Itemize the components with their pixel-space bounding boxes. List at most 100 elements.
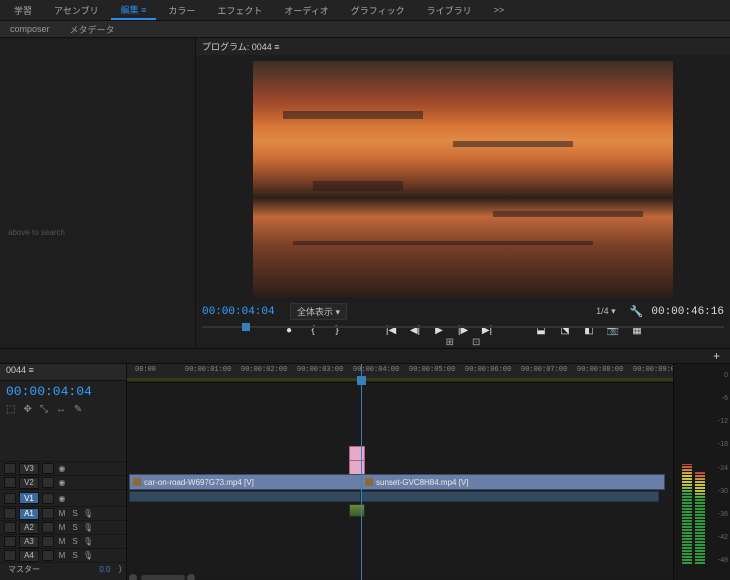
link-icon[interactable]: ✥ — [23, 404, 31, 415]
mic-icon[interactable]: 🎙 — [83, 509, 93, 518]
add-panel-button[interactable]: + — [713, 349, 720, 363]
v1-label[interactable]: V1 — [19, 492, 39, 504]
clip-thumb-icon — [133, 478, 141, 486]
secondary-tab-bar: composer メタデータ — [0, 21, 730, 38]
a2-label[interactable]: A2 — [19, 522, 39, 534]
v2-src-patch[interactable] — [4, 477, 16, 488]
meter-bar-left — [682, 464, 692, 564]
settings-icon[interactable]: 🔧 — [630, 305, 644, 318]
fit-dropdown[interactable]: 全体表示 ▾ — [290, 303, 347, 320]
v1-src-patch[interactable] — [4, 493, 16, 504]
a2-src-patch[interactable] — [4, 522, 16, 533]
program-monitor[interactable] — [253, 61, 673, 297]
clip-a1-left[interactable] — [129, 491, 361, 502]
program-scrubber[interactable] — [202, 320, 724, 323]
v2-label[interactable]: V2 — [19, 477, 39, 489]
meter-scale: 0 -6 -12 -18 -24 -30 -36 -42 -48 — [716, 372, 728, 564]
ws-tab-assembly[interactable]: アセンブリ — [44, 2, 109, 19]
ruler-tick: 00:00 — [135, 366, 156, 374]
ruler-tick: 00:00:04:00 — [353, 366, 399, 374]
zoom-dropdown[interactable]: 1/4 ▾ — [590, 305, 622, 318]
solo-icon[interactable]: S — [70, 537, 80, 546]
sb-tab-metadata[interactable]: メタデータ — [60, 22, 125, 37]
a4-label[interactable]: A4 — [19, 550, 39, 562]
v1-lock[interactable] — [42, 493, 54, 504]
scale-tick: -30 — [716, 488, 728, 495]
eye-icon[interactable]: ◉ — [57, 478, 67, 487]
a3-label[interactable]: A3 — [19, 536, 39, 548]
a1-src-patch[interactable] — [4, 508, 16, 519]
ws-tab-graphics[interactable]: グラフィック — [341, 2, 415, 19]
scroll-thumb[interactable] — [141, 575, 185, 580]
marker-icon[interactable]: ⤡ — [40, 404, 48, 415]
a4-lock[interactable] — [42, 550, 54, 561]
clip-v2-pink-2[interactable] — [349, 460, 365, 475]
mic-icon[interactable]: 🎙 — [83, 523, 93, 532]
a3-src-patch[interactable] — [4, 536, 16, 547]
clip-v1-sunset[interactable]: sunset-GVC8H84.mp4 [V] — [361, 474, 665, 490]
timeline-track-header: 0044 ≡ 00:00:04:04 ⬚ ✥ ⤡ ↔ ✎ V3 ◉ V2 ◉ — [0, 364, 127, 580]
playhead[interactable] — [361, 364, 362, 580]
mute-icon[interactable]: M — [57, 509, 67, 518]
master-track: マスター 0.0 ⟩ — [0, 562, 126, 576]
scrub-handle[interactable] — [242, 323, 250, 331]
scroll-knob-right[interactable] — [187, 574, 195, 580]
v3-src-patch[interactable] — [4, 463, 16, 474]
clip-thumb-icon — [365, 478, 373, 486]
ws-tab-color[interactable]: カラー — [158, 2, 205, 19]
v3-label[interactable]: V3 — [19, 463, 39, 475]
insert-button[interactable]: ⊞ — [446, 337, 454, 348]
a2-lock[interactable] — [42, 522, 54, 533]
a1-label[interactable]: A1 — [19, 508, 39, 520]
solo-icon[interactable]: S — [70, 523, 80, 532]
ripple-icon[interactable]: ↔ — [56, 404, 66, 415]
a1-lock[interactable] — [42, 508, 54, 519]
ws-tab-audio[interactable]: オーディオ — [274, 2, 338, 19]
overwrite-button[interactable]: ⊡ — [472, 337, 480, 348]
wrench-icon[interactable]: ✎ — [74, 404, 82, 415]
v2-lock[interactable] — [42, 477, 54, 488]
program-monitor-panel: プログラム: 0044 ≡ 00:00:04:04 全体表示 ▾ 1/4 ▾ 🔧… — [196, 38, 730, 348]
ws-tab-edit-label: 編集 — [121, 5, 139, 15]
ws-tab-overflow[interactable]: >> — [484, 3, 515, 17]
sb-tab-composer[interactable]: composer — [0, 23, 60, 35]
playhead-timecode[interactable]: 00:00:04:04 — [202, 306, 282, 318]
clip-v1-car[interactable]: car-on-road-W697G73.mp4 [V] — [129, 474, 367, 490]
mic-icon[interactable]: 🎙 — [83, 537, 93, 546]
eye-icon[interactable]: ◉ — [57, 494, 67, 503]
mute-icon[interactable]: M — [57, 551, 67, 560]
v3-lock[interactable] — [42, 463, 54, 474]
track-v3: V3 ◉ — [0, 461, 126, 475]
scroll-knob-left[interactable] — [129, 574, 137, 580]
duration-timecode: 00:00:46:16 — [651, 306, 724, 318]
ws-tab-edit[interactable]: 編集 ≡ — [111, 1, 157, 20]
ws-tab-library[interactable]: ライブラリ — [417, 2, 482, 19]
solo-icon[interactable]: S — [70, 509, 80, 518]
search-hint: above to search — [8, 228, 65, 237]
mute-icon[interactable]: M — [57, 523, 67, 532]
mic-icon[interactable]: 🎙 — [83, 551, 93, 560]
timeline-h-scrollbar[interactable] — [127, 572, 673, 580]
eye-icon[interactable]: ◉ — [57, 464, 67, 473]
sequence-tab[interactable]: 0044 ≡ — [0, 364, 126, 381]
clip-v2-pink-1[interactable] — [349, 446, 365, 461]
timeline-timecode[interactable]: 00:00:04:04 — [0, 381, 126, 402]
ws-tab-learn[interactable]: 学習 — [4, 2, 42, 19]
program-header: プログラム: 0044 ≡ — [196, 38, 730, 55]
timeline-tracks-area[interactable]: 00:00 00:00:01:00 00:00:02:00 00:00:03:0… — [127, 364, 673, 580]
scale-tick: -48 — [716, 557, 728, 564]
track-a1: A1 M S 🎙 — [0, 506, 126, 520]
snap-icon[interactable]: ⬚ — [6, 404, 15, 415]
time-ruler[interactable]: 00:00 00:00:01:00 00:00:02:00 00:00:03:0… — [127, 364, 673, 383]
mute-icon[interactable]: M — [57, 537, 67, 546]
ws-tab-effects[interactable]: エフェクト — [207, 2, 272, 19]
solo-icon[interactable]: S — [70, 551, 80, 560]
ruler-tick: 00:00:08:00 — [577, 366, 623, 374]
master-value[interactable]: 0.0 — [99, 565, 110, 574]
a4-src-patch[interactable] — [4, 550, 16, 561]
clip-a2-thumb[interactable] — [349, 504, 365, 517]
panel-divider: + — [0, 348, 730, 364]
clip-a1-right[interactable] — [361, 491, 659, 502]
chevron-icon[interactable]: ⟩ — [118, 564, 122, 575]
a3-lock[interactable] — [42, 536, 54, 547]
